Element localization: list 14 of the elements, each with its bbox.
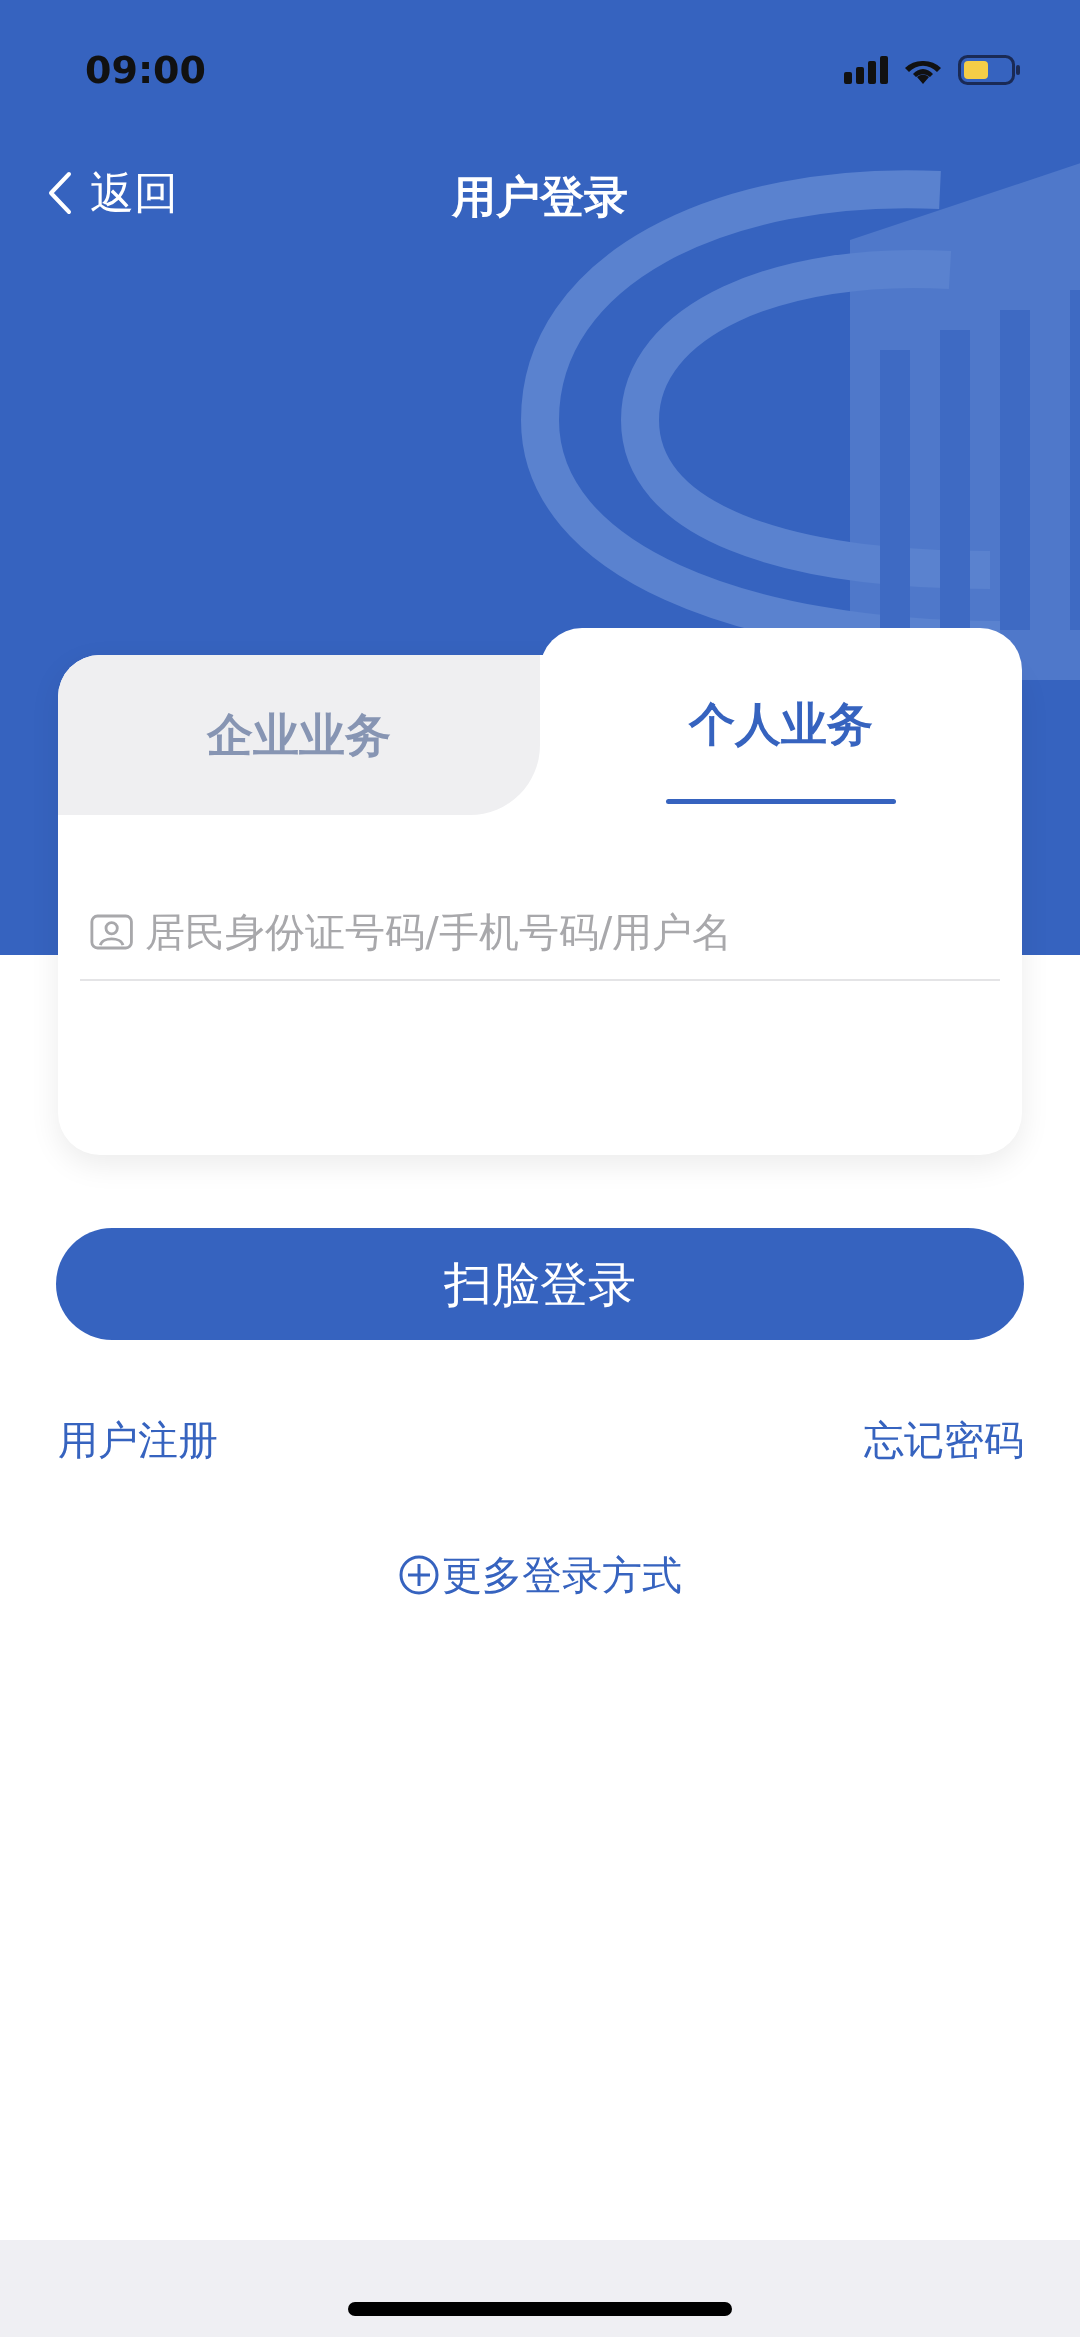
back-chevron-icon (48, 171, 72, 215)
face-login-button[interactable]: 扫脸登录 (56, 1228, 1024, 1340)
forgot-password-link[interactable]: 忘记密码 (864, 1410, 1024, 1470)
input-field[interactable]: 居民身份证号码/手机号码/用户名 (143, 901, 1000, 963)
id-card-icon (90, 913, 134, 951)
signal-icon (844, 56, 888, 84)
tab[interactable]: 个人业务 (540, 628, 1022, 845)
plus-circle-icon (398, 1554, 440, 1596)
page-title: 用户登录 (452, 170, 628, 224)
back-button[interactable]: 返回 (48, 160, 178, 226)
more-login-link[interactable]: 更多登录方式 (398, 1545, 682, 1605)
battery-icon (958, 55, 1020, 85)
status-time: 09:00 (85, 46, 206, 94)
register-link[interactable]: 用户注册 (58, 1410, 218, 1470)
